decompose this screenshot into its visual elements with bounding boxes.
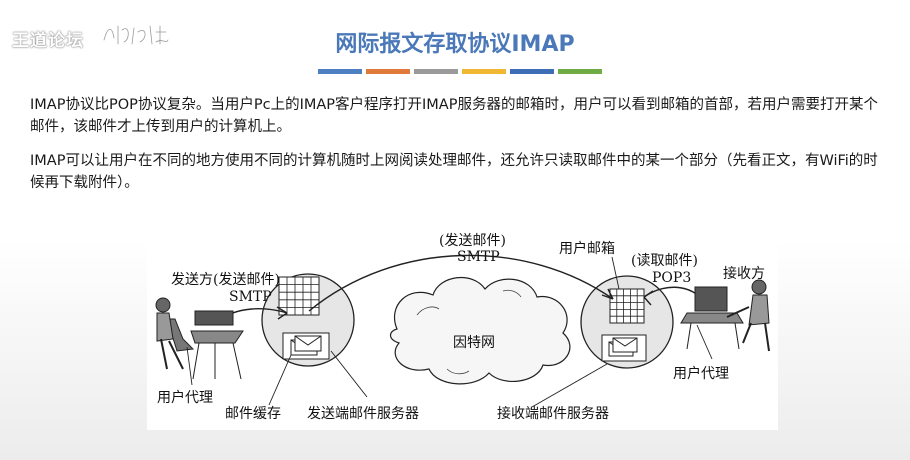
smtp-left-label: SMTP <box>229 289 272 305</box>
paragraph-imap-intro: IMAP协议比POP协议复杂。当用户Pc上的IMAP客户程序打开IMAP服务器的… <box>30 97 878 135</box>
receiver-computer-icon <box>680 279 770 352</box>
mail-cache-label: 邮件缓存 <box>225 406 281 422</box>
user-agent-right-label: 用户代理 <box>673 366 729 382</box>
slide-title: 网际报文存取协议IMAP <box>335 32 575 57</box>
user-agent-left-label: 用户代理 <box>157 390 213 406</box>
accent-bar <box>366 69 410 74</box>
accent-bar <box>558 69 602 74</box>
send-mail-label: (发送邮件) <box>439 233 506 249</box>
receiver-label: 接收方 <box>723 266 765 282</box>
send-server-label: 发送端邮件服务器 <box>307 406 419 422</box>
accent-bar <box>414 69 458 74</box>
accent-bar <box>510 69 554 74</box>
paragraph-imap-features: IMAP可以让用户在不同的地方使用不同的计算机随时上网阅读处理邮件，还允许只读取… <box>30 153 878 191</box>
smtp-top-label: SMTP <box>457 249 500 265</box>
internet-cloud-icon <box>389 276 571 385</box>
read-mail-label: (读取邮件) <box>631 253 698 269</box>
pop3-label: POP3 <box>652 270 692 286</box>
imap-diagram: 发送方(发送邮件) SMTP (发送邮件) SMTP 用户邮箱 (读取邮件) P… <box>147 219 778 430</box>
mailbox-label: 用户邮箱 <box>559 241 615 257</box>
recv-server-label: 接收端邮件服务器 <box>497 406 609 422</box>
accent-bar <box>462 69 506 74</box>
sender-computer-icon <box>155 297 244 380</box>
accent-bar <box>318 69 362 74</box>
internet-label: 因特网 <box>453 335 495 351</box>
sender-label: 发送方(发送邮件) <box>171 272 280 288</box>
title-accent-bars <box>318 69 602 74</box>
